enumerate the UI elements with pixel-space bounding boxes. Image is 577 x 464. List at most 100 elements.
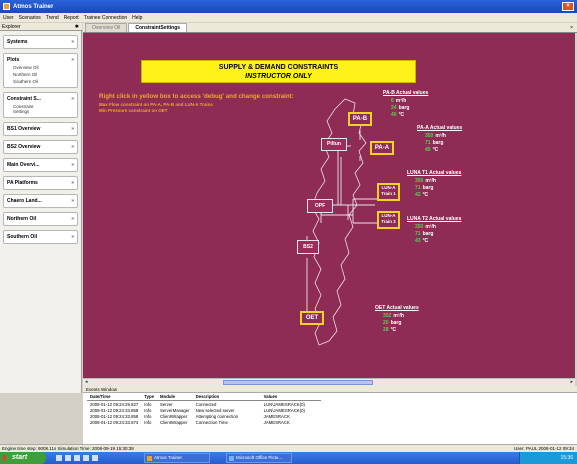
sidebar-group-bs1-overview[interactable]: BS1 Overview » [3, 122, 78, 136]
quick-launch-icon[interactable] [65, 455, 71, 461]
table-row[interactable]: 2008-01-12 09:24:33.858 Info ServerManag… [87, 407, 321, 413]
scrollbar-thumb[interactable] [223, 380, 373, 385]
constraint-diagram-canvas: SUPPLY & DEMAND CONSTRAINTS INSTRUCTOR O… [83, 33, 575, 378]
quick-launch-icon[interactable] [83, 455, 89, 461]
sidebar-group-bs2-overview[interactable]: BS2 Overview » [3, 140, 78, 154]
sidebar-item-constraint[interactable]: Constraint [7, 102, 74, 109]
pressure-unit: barg [422, 185, 434, 191]
readout-luna-t2: LUNA T2 Actual values 350 m³/h 71 barg 43 °… [407, 216, 461, 245]
events-table: Date/Time Type Module Description Values… [87, 393, 321, 425]
quick-launch-icon[interactable] [74, 455, 80, 461]
task-label: Microsoft Office Pictu... [236, 455, 283, 460]
tab-overview-oil[interactable]: Overview Oil [85, 23, 128, 32]
readout-pa-b: PA-B Actual values 6 m³/h 24 barg 40 °C [383, 90, 428, 119]
chevron-icon[interactable]: » [71, 39, 74, 45]
sidebar-group-title: Plots [7, 57, 20, 63]
events-window-header: Events Window [83, 386, 577, 393]
node-pa-b[interactable]: PA-B [348, 112, 372, 126]
node-pa-a[interactable]: PA-A [370, 141, 394, 155]
close-tab-icon[interactable]: × [570, 25, 573, 31]
horizontal-scrollbar[interactable]: ◂ ▸ [83, 378, 575, 386]
readout-pa-a: PA-A Actual values 350 m³/h 71 barg 45 °C [417, 125, 462, 154]
app-icon [229, 456, 234, 461]
quick-launch-icon[interactable] [92, 455, 98, 461]
window-titlebar[interactable]: Atmos Trainer × [0, 0, 577, 13]
column-header-description[interactable]: Description [192, 393, 261, 401]
chevron-icon[interactable]: » [71, 234, 74, 240]
tab-constraint-settings[interactable]: ConstraintSettings [128, 23, 188, 32]
table-row[interactable]: 2008-01-12 09:24:33.858 Info ClientWrapp… [87, 413, 321, 419]
chevron-icon[interactable]: » [71, 198, 74, 204]
menu-bar: User Scenarios Trend Report Trainee Conn… [0, 13, 577, 22]
flow-unit: m³/h [393, 313, 404, 319]
chevron-icon[interactable]: » [71, 126, 74, 132]
sidebar-item-overview-oil[interactable]: Overview Oil [7, 63, 74, 70]
sidebar-group-title: Northern Oil [7, 216, 37, 222]
column-header-values[interactable]: Values [260, 393, 321, 401]
start-button[interactable]: start [0, 452, 46, 464]
node-luna-train-1[interactable]: LUN-A Train 1 [377, 183, 400, 201]
sidebar-group-main-overview[interactable]: Main Overvi... » [3, 158, 78, 172]
chevron-icon[interactable]: » [71, 144, 74, 150]
scroll-left-icon[interactable]: ◂ [85, 379, 88, 386]
temperature-unit: °C [390, 327, 397, 333]
readout-title: OET Actual values [375, 305, 419, 311]
sidebar-group-title: BS2 Overview [7, 144, 41, 150]
readout-title: PA-A Actual values [417, 125, 463, 131]
pressure-value: 71 [425, 140, 431, 146]
sidebar-item-southern-oil[interactable]: Southern Oil [7, 77, 74, 84]
pressure-value: 71 [415, 231, 421, 237]
flow-value: 6 [391, 98, 394, 104]
menu-scenarios[interactable]: Scenarios [19, 15, 41, 21]
sidebar-item-northern-oil[interactable]: Northern Oil [7, 70, 74, 77]
sidebar-group-northern-oil[interactable]: Northern Oil » [3, 212, 78, 226]
clock[interactable]: 15:36 [560, 455, 573, 461]
flow-unit: m³/h [435, 133, 446, 139]
cell-type: Info [144, 419, 152, 425]
temperature-value: 42 [415, 192, 421, 198]
document-tabs: Overview Oil ConstraintSettings × [83, 23, 577, 33]
sidebar-group-constraint-settings[interactable]: Constraint S... » Constraint Settings [3, 92, 78, 118]
readout-oet: OET Actual values 352 m³/h 20 barg 28 °C [375, 305, 419, 334]
node-luna-train-2[interactable]: LUN-A Train 2 [377, 211, 400, 229]
close-window-button[interactable]: × [562, 2, 574, 11]
column-header-type[interactable]: Type [141, 393, 157, 401]
instruction-line-2: Max Flow constraint on PA-A, PA-B and LU… [99, 102, 213, 107]
table-row[interactable]: 2008-01-12 09:24:29.827 Info Server Conn… [87, 401, 321, 408]
sidebar-group-plots[interactable]: Plots » Overview Oil Northern Oil Souther… [3, 53, 78, 88]
menu-trend[interactable]: Trend [46, 15, 59, 21]
table-row[interactable]: 2008-01-12 09:24:33.874 Info ClientWrapp… [87, 419, 321, 425]
column-header-datetime[interactable]: Date/Time [87, 393, 142, 401]
sidebar-group-chaero-land[interactable]: Chaero Land... » [3, 194, 78, 208]
taskbar-button-atmos[interactable]: Atmos Trainer [144, 453, 210, 463]
sidebar-item-settings[interactable]: Settings [7, 109, 74, 114]
menu-help[interactable]: Help [132, 15, 142, 21]
temperature-unit: °C [432, 147, 439, 153]
pressure-unit: barg [398, 105, 410, 111]
chevron-icon[interactable]: » [71, 162, 74, 168]
node-oet[interactable]: OET [300, 311, 324, 325]
pressure-value: 20 [383, 320, 389, 326]
pin-icon[interactable]: ✱ [75, 23, 79, 31]
chevron-icon[interactable]: » [71, 216, 74, 222]
sidebar-group-systems[interactable]: Systems » [3, 35, 78, 49]
taskbar-button-office-picture[interactable]: Microsoft Office Pictu... [226, 453, 292, 463]
sidebar-group-title: Constraint S... [7, 96, 41, 102]
scroll-right-icon[interactable]: ▸ [570, 379, 573, 386]
app-icon [147, 456, 152, 461]
chevron-icon[interactable]: » [71, 180, 74, 186]
task-label: Atmos Trainer [154, 455, 183, 460]
column-header-module[interactable]: Module [156, 393, 193, 401]
temperature-unit: °C [422, 192, 429, 198]
cell-datetime: 2008-01-12 09:24:29.827 [90, 401, 139, 407]
sidebar-group-southern-oil[interactable]: Southern Oil » [3, 230, 78, 244]
chevron-icon[interactable]: » [71, 57, 74, 63]
menu-user[interactable]: User [3, 15, 14, 21]
menu-trainee-connection[interactable]: Trainee Connection [84, 15, 127, 21]
sidebar-group-title: Chaero Land... [7, 198, 42, 204]
sidebar-group-pa-platforms[interactable]: PA Platforms » [3, 176, 78, 190]
chevron-icon[interactable]: » [71, 96, 74, 102]
cell-description: Connection Time [195, 419, 228, 425]
quick-launch-icon[interactable] [56, 455, 62, 461]
menu-report[interactable]: Report [64, 15, 79, 21]
